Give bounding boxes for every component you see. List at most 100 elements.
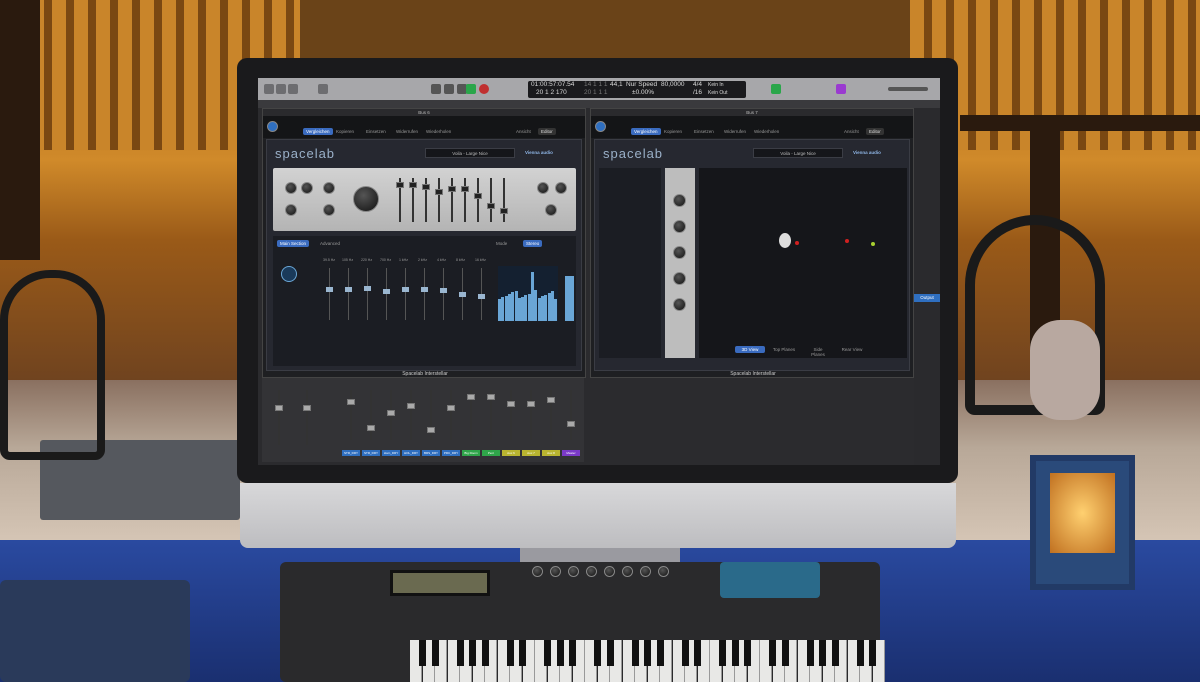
channel-fader[interactable] <box>390 390 392 440</box>
black-key[interactable] <box>569 640 576 666</box>
rotary-knob[interactable] <box>640 566 651 577</box>
sound-source-dot[interactable] <box>845 239 849 243</box>
channel-fader[interactable] <box>278 390 280 445</box>
view-tab[interactable]: Top Planes <box>769 346 799 353</box>
toolbar-widerrufen[interactable]: Widerrufen <box>393 128 421 135</box>
source-knob[interactable] <box>673 220 686 233</box>
rewind-icon[interactable] <box>431 84 441 94</box>
black-key[interactable] <box>632 640 639 666</box>
parameter-knob[interactable] <box>537 182 549 194</box>
rotary-knob[interactable] <box>658 566 669 577</box>
eq-fader-handle[interactable] <box>409 182 417 188</box>
decay-slider-handle[interactable] <box>440 288 447 293</box>
channel-fader[interactable] <box>450 390 452 440</box>
black-key[interactable] <box>732 640 739 666</box>
cycle-button[interactable] <box>771 84 781 94</box>
channel-fader-handle[interactable] <box>467 394 475 400</box>
inspector-button[interactable] <box>276 84 286 94</box>
rotary-knob[interactable] <box>550 566 561 577</box>
eq-fader[interactable] <box>412 178 414 222</box>
channel-fader-handle[interactable] <box>547 397 555 403</box>
black-key[interactable] <box>694 640 701 666</box>
channel-fader-handle[interactable] <box>347 399 355 405</box>
black-key[interactable] <box>544 640 551 666</box>
mixer-button[interactable] <box>318 84 328 94</box>
record-button[interactable] <box>479 84 489 94</box>
black-key[interactable] <box>557 640 564 666</box>
decay-slider-handle[interactable] <box>402 287 409 292</box>
play-button[interactable] <box>466 84 476 94</box>
black-key[interactable] <box>457 640 464 666</box>
black-key[interactable] <box>719 640 726 666</box>
channel-fader-handle[interactable] <box>275 405 283 411</box>
toolbar-vergleichen[interactable]: Vergleichen <box>303 128 333 135</box>
channel-fader[interactable] <box>470 390 472 440</box>
black-key[interactable] <box>419 640 426 666</box>
decay-slider[interactable] <box>329 268 330 320</box>
source-knob[interactable] <box>673 272 686 285</box>
parameter-knob[interactable] <box>285 182 297 194</box>
decay-slider[interactable] <box>348 268 349 320</box>
black-key[interactable] <box>507 640 514 666</box>
black-key[interactable] <box>657 640 664 666</box>
rotary-knob[interactable] <box>532 566 543 577</box>
decay-slider[interactable] <box>367 268 368 320</box>
black-key[interactable] <box>482 640 489 666</box>
eq-fader-handle[interactable] <box>461 186 469 192</box>
black-key[interactable] <box>744 640 751 666</box>
decay-slider[interactable] <box>386 268 387 320</box>
black-key[interactable] <box>682 640 689 666</box>
channel-fader[interactable] <box>530 390 532 440</box>
black-key[interactable] <box>819 640 826 666</box>
decay-slider[interactable] <box>443 268 444 320</box>
decay-slider[interactable] <box>424 268 425 320</box>
parameter-knob[interactable] <box>285 204 297 216</box>
eq-fader[interactable] <box>464 178 466 222</box>
decay-slider-handle[interactable] <box>383 289 390 294</box>
black-key[interactable] <box>857 640 864 666</box>
library-button[interactable] <box>264 84 274 94</box>
black-key[interactable] <box>869 640 876 666</box>
eq-fader-handle[interactable] <box>500 208 508 214</box>
view-select[interactable]: Editor <box>538 128 556 135</box>
toolbar-kopieren[interactable]: Kopieren <box>661 128 685 135</box>
channel-fader[interactable] <box>306 390 308 445</box>
channel-fader[interactable] <box>410 390 412 440</box>
preset-selector[interactable]: Voila - Large Nice <box>425 148 515 158</box>
rotary-knob[interactable] <box>604 566 615 577</box>
decay-slider-handle[interactable] <box>326 287 333 292</box>
eq-fader[interactable] <box>503 178 505 222</box>
black-key[interactable] <box>594 640 601 666</box>
toolbar-button[interactable] <box>288 84 298 94</box>
toolbar-kopieren[interactable]: Kopieren <box>333 128 357 135</box>
output-label[interactable]: Output <box>914 294 940 302</box>
preset-selector[interactable]: Voila - Large Nice <box>753 148 843 158</box>
eq-fader-handle[interactable] <box>448 186 456 192</box>
sound-source-dot[interactable] <box>871 242 875 246</box>
toolbar-einsetzen[interactable]: Einsetzen <box>363 128 389 135</box>
channel-fader[interactable] <box>550 390 552 440</box>
eq-fader-handle[interactable] <box>435 189 443 195</box>
decay-slider-handle[interactable] <box>421 287 428 292</box>
channel-fader[interactable] <box>570 390 572 440</box>
channel-fader-handle[interactable] <box>367 425 375 431</box>
eq-fader[interactable] <box>477 178 479 222</box>
parameter-knob[interactable] <box>555 182 567 194</box>
black-key[interactable] <box>607 640 614 666</box>
power-button[interactable] <box>267 121 278 132</box>
master-volume-slider[interactable] <box>888 87 928 91</box>
toolbar-vergleichen[interactable]: Vergleichen <box>631 128 661 135</box>
channel-fader-handle[interactable] <box>487 394 495 400</box>
black-key[interactable] <box>644 640 651 666</box>
channel-fader-handle[interactable] <box>507 401 515 407</box>
decay-slider[interactable] <box>481 268 482 320</box>
source-knob[interactable] <box>673 194 686 207</box>
decay-slider-handle[interactable] <box>478 294 485 299</box>
channel-fader-handle[interactable] <box>527 401 535 407</box>
power-button[interactable] <box>595 121 606 132</box>
view-tab[interactable]: Side Planes <box>803 346 833 358</box>
channel-fader[interactable] <box>430 390 432 440</box>
black-key[interactable] <box>769 640 776 666</box>
forward-icon[interactable] <box>444 84 454 94</box>
channel-fader[interactable] <box>490 390 492 440</box>
